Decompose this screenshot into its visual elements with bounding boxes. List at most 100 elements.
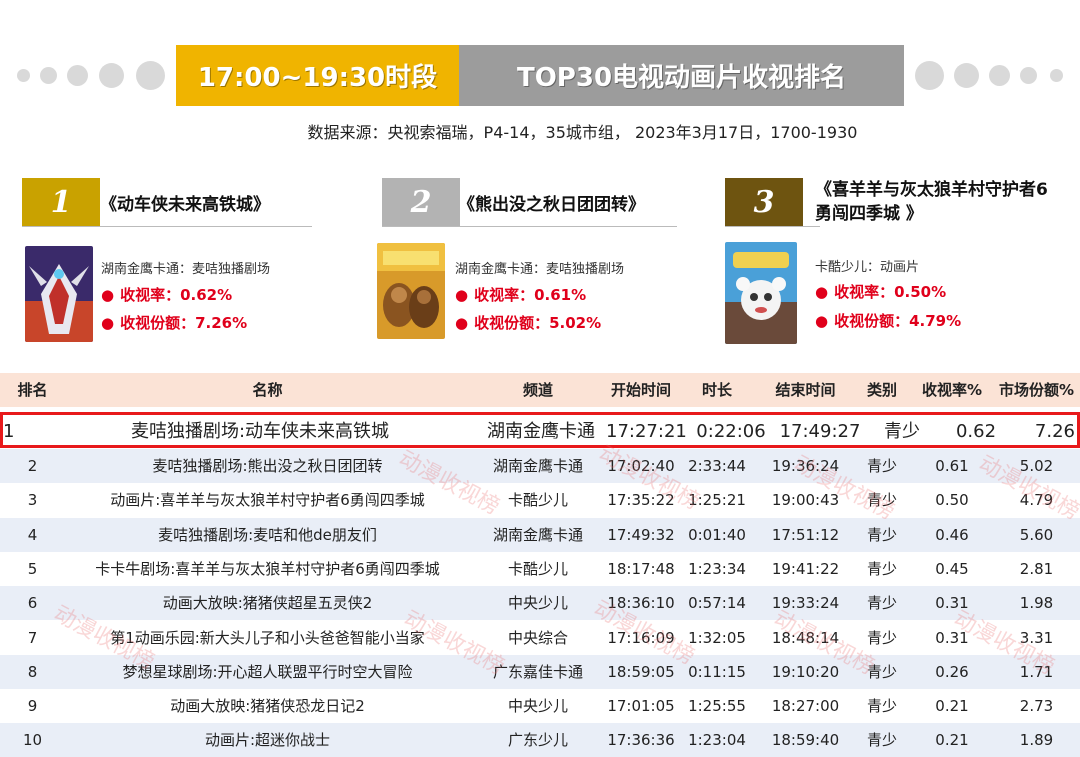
cell-rating: 0.50 — [935, 491, 969, 510]
rank-2-share: ● 收视份额：5.02% — [455, 314, 602, 332]
divider — [382, 226, 677, 227]
header-share: 市场份额% — [998, 381, 1075, 399]
decorative-dot — [989, 65, 1010, 86]
rank-2-poster-image — [377, 243, 445, 339]
cell-channel: 卡酷少儿 — [507, 559, 568, 578]
cell-end-time: 17:49:27 — [779, 421, 861, 442]
cell-name: 动画片:超迷你战士 — [204, 731, 331, 750]
cell-start-time: 17:27:21 — [606, 421, 687, 442]
cell-share: 4.79 — [1019, 491, 1054, 510]
cell-rating: 0.31 — [935, 628, 969, 647]
header-duration: 时长 — [701, 381, 732, 399]
table-row: 5 卡卡牛剧场:喜羊羊与灰太狼羊村守护者6勇闯四季城 卡酷少儿 18:17:48 1:2… — [0, 551, 1080, 586]
cell-duration: 1:25:55 — [688, 697, 746, 716]
cell-end-time: 18:27:00 — [771, 697, 840, 716]
cell-channel: 广东嘉佳卡通 — [492, 662, 583, 681]
cell-rating: 0.62 — [955, 421, 997, 442]
cell-rank: 8 — [27, 662, 38, 681]
cell-start-time: 17:02:40 — [607, 457, 675, 475]
cell-name: 第1动画乐园:新大头儿子和小头爸爸智能小当家 — [110, 628, 425, 647]
table-row: 2 麦咭独播剧场:熊出没之秋日团团转 湖南金鹰卡通 17:02:40 2:33:44 19… — [0, 449, 1080, 483]
cell-share: 1.89 — [1019, 731, 1054, 750]
cell-share: 2.81 — [1019, 559, 1054, 578]
cell-name: 梦想星球剧场:开心超人联盟平行时空大冒险 — [122, 662, 413, 681]
divider — [725, 226, 820, 227]
cell-rank: 1 — [3, 421, 15, 442]
cell-category: 青少 — [866, 594, 897, 613]
cell-channel: 卡酷少儿 — [507, 491, 568, 510]
cell-share: 1.71 — [1019, 662, 1054, 681]
cell-start-time: 18:36:10 — [607, 594, 675, 613]
time-slot-label: 17:00~19:30时段 — [197, 63, 438, 93]
cell-duration: 1:25:21 — [688, 491, 746, 510]
cell-start-time: 17:35:22 — [607, 491, 675, 510]
cell-rating: 0.21 — [935, 731, 969, 750]
cell-end-time: 19:41:22 — [771, 559, 840, 578]
rank-1-badge: 1 — [22, 178, 100, 226]
cell-name: 麦咭独播剧场:麦咭和他de朋友们 — [158, 525, 377, 544]
data-source-line: 数据来源：央视索福瑞，P4-14，35城市组， 2023年3月17日，1700-… — [307, 123, 858, 142]
rank-3-badge: 3 — [725, 178, 803, 226]
cell-share: 5.60 — [1019, 525, 1054, 544]
rank-2-title: 《熊出没之秋日团团转》 — [458, 195, 645, 215]
cell-duration: 2:33:44 — [688, 457, 746, 475]
header-start-time: 开始时间 — [610, 381, 671, 399]
cell-end-time: 18:59:40 — [771, 731, 840, 750]
table-row: 9 动画大放映:猪猪侠恐龙日记2 中央少儿 17:01:05 1:25:55 18:27:… — [0, 689, 1080, 724]
decorative-dot — [1020, 67, 1037, 84]
rank-3-poster-image — [725, 242, 797, 344]
header-channel: 频道 — [522, 381, 553, 399]
cell-rank: 5 — [27, 559, 38, 578]
decorative-dot — [954, 63, 979, 88]
cell-channel: 中央少儿 — [507, 594, 568, 613]
rank-1-rating-text: 收视率：0.62% — [120, 286, 233, 304]
rank-1-share-text: 收视份额：7.26% — [120, 314, 248, 332]
decorative-dot — [136, 61, 165, 90]
cell-rating: 0.21 — [935, 697, 969, 716]
cell-rating: 0.31 — [935, 594, 969, 613]
header-end-time: 结束时间 — [775, 381, 836, 399]
cell-rank: 10 — [22, 731, 43, 750]
rank-1-share: ● 收视份额：7.26% — [101, 314, 248, 332]
decorative-dot — [17, 69, 30, 82]
header-category: 类别 — [866, 381, 897, 399]
cell-category: 青少 — [866, 697, 897, 716]
cell-share: 5.02 — [1019, 457, 1054, 475]
header-rank: 排名 — [17, 381, 48, 399]
table-row-highlighted: 1 麦咭独播剧场:动车侠未来高铁城 湖南金鹰卡通 17:27:21 0:22:0… — [0, 412, 1080, 448]
cell-category: 青少 — [866, 662, 897, 681]
cell-rating: 0.45 — [935, 559, 969, 578]
cell-rating: 0.46 — [935, 525, 969, 544]
rank-2-rating-text: 收视率：0.61% — [474, 286, 587, 304]
cell-rank: 7 — [27, 628, 38, 647]
table-row: 7 第1动画乐园:新大头儿子和小头爸爸智能小当家 中央综合 17:16:09 1:32:… — [0, 620, 1080, 655]
cell-share: 3.31 — [1019, 628, 1054, 647]
cell-category: 青少 — [866, 559, 897, 578]
table-row: 4 麦咭独播剧场:麦咭和他de朋友们 湖南金鹰卡通 17:49:32 0:01:40 17… — [0, 517, 1080, 552]
cell-end-time: 19:36:24 — [771, 457, 840, 475]
rank-1-title: 《动车侠未来高铁城》 — [100, 195, 270, 215]
rank-1-number: 1 — [50, 184, 72, 220]
cell-category: 青少 — [866, 731, 897, 750]
rank-3-share: ● 收视份额：4.79% — [815, 312, 962, 330]
cell-duration: 0:11:15 — [688, 662, 746, 681]
cell-category: 青少 — [866, 525, 897, 544]
time-slot-block: 17:00~19:30时段 — [176, 45, 459, 106]
table-header-row: 排名 名称 频道 开始时间 时长 结束时间 类别 收视率% 市场份额% — [0, 373, 1080, 407]
rank-2-badge: 2 — [382, 178, 460, 226]
header-rating: 收视率% — [921, 381, 983, 399]
rank-3-title: 《喜羊羊与灰太狼羊村守护者6 勇闯四季城 》 — [815, 178, 1048, 226]
cell-rank: 9 — [27, 697, 38, 716]
cell-rank: 2 — [27, 457, 38, 475]
decorative-dot — [40, 67, 57, 84]
rank-3-rating-text: 收视率：0.50% — [834, 283, 947, 301]
cell-name: 麦咭独播剧场:动车侠未来高铁城 — [130, 421, 390, 442]
cell-name: 卡卡牛剧场:喜羊羊与灰太狼羊村守护者6勇闯四季城 — [95, 559, 440, 578]
rank-3-number: 3 — [753, 184, 775, 220]
header-banner: 17:00~19:30时段 TOP30电视动画片收视排名 — [176, 45, 904, 106]
rank-3-share-text: 收视份额：4.79% — [834, 312, 962, 330]
decorative-dot — [67, 65, 88, 86]
cell-rating: 0.61 — [935, 457, 969, 475]
rank-2-rating: ● 收视率：0.61% — [455, 286, 587, 304]
divider — [22, 226, 312, 227]
